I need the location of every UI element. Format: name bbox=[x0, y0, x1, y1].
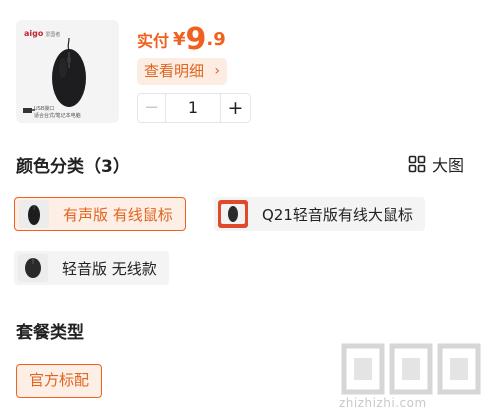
image-caption: USB接口 适合台式/笔记本电脑 bbox=[34, 106, 81, 119]
watermark-text: zhizhizhi.com bbox=[339, 396, 427, 410]
option-label: Q21轻音版有线大鼠标 bbox=[262, 205, 413, 224]
grid-icon bbox=[408, 155, 426, 173]
product-thumbnail[interactable]: aigo 爱国者 USB接口 适合台式/笔记本电脑 bbox=[16, 20, 119, 123]
chevron-right-icon: › bbox=[214, 63, 220, 79]
package-option-official[interactable]: 官方标配 bbox=[16, 364, 103, 398]
currency-symbol: ¥ bbox=[173, 29, 186, 50]
view-details-label: 查看明细 bbox=[144, 62, 205, 80]
color-option-sound-wired[interactable]: 有声版 有线鼠标 bbox=[14, 197, 186, 231]
color-option-q21-quiet-wired[interactable]: Q21轻音版有线大鼠标 bbox=[214, 197, 425, 231]
price-decimal: .9 bbox=[206, 29, 226, 50]
option-thumbnail bbox=[218, 200, 248, 228]
price-label: 实付 bbox=[137, 31, 170, 51]
mouse-image bbox=[52, 38, 86, 107]
color-option-quiet-wireless[interactable]: 轻音版 无线款 bbox=[14, 251, 169, 285]
option-label: 有声版 有线鼠标 bbox=[63, 205, 173, 224]
price: 实付 ¥9.9 bbox=[137, 22, 226, 57]
price-integer: 9 bbox=[185, 22, 207, 57]
large-view-label: 大图 bbox=[432, 156, 465, 175]
increase-quantity-button[interactable]: + bbox=[220, 94, 250, 122]
decrease-quantity-button[interactable]: − bbox=[138, 94, 166, 122]
quantity-value[interactable]: 1 bbox=[166, 94, 220, 122]
quantity-stepper: − 1 + bbox=[137, 93, 251, 123]
brand-logo: aigo 爱国者 bbox=[24, 29, 61, 38]
option-label: 轻音版 无线款 bbox=[62, 259, 157, 278]
option-thumbnail bbox=[18, 254, 48, 282]
option-thumbnail bbox=[19, 200, 49, 228]
color-section-title: 颜色分类（3） bbox=[16, 157, 130, 177]
large-view-toggle[interactable]: 大图 bbox=[408, 152, 464, 176]
view-details-button[interactable]: 查看明细 › bbox=[137, 58, 227, 85]
package-section-title: 套餐类型 bbox=[16, 323, 84, 343]
